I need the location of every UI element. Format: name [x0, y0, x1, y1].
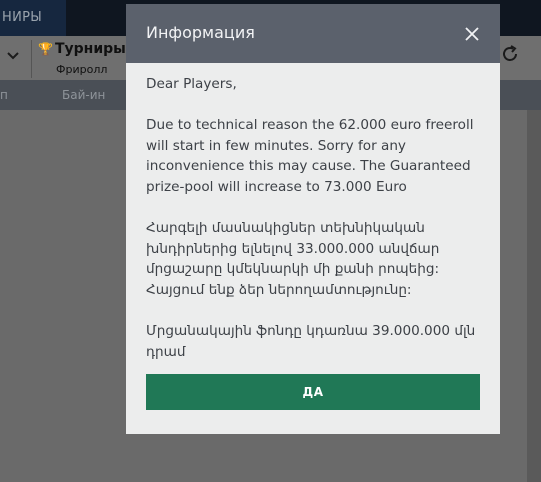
- refresh-icon[interactable]: [500, 44, 520, 64]
- tournaments-filter[interactable]: 🏆 Турниры: [38, 41, 126, 57]
- freeroll-label[interactable]: Фриролл: [56, 63, 107, 76]
- toolbar-divider: [31, 40, 32, 78]
- tab-tournaments[interactable]: НИРЫ: [0, 0, 66, 36]
- table-header-buyin[interactable]: Бай-ин: [62, 88, 105, 102]
- dialog-header: Информация: [126, 4, 500, 63]
- message-armenian: Հարգելի մասնակիցներ տեխնիկական խնդիրների…: [146, 220, 440, 298]
- dialog-title: Информация: [146, 23, 255, 42]
- ok-button[interactable]: ДА: [146, 374, 480, 410]
- message-greeting: Dear Players,: [146, 76, 237, 92]
- info-dialog: Информация Dear Players, Due to technica…: [126, 4, 500, 434]
- scrollbar[interactable]: [527, 110, 541, 482]
- close-icon[interactable]: [463, 25, 481, 43]
- chevron-down-icon[interactable]: [6, 48, 22, 64]
- message-armenian-prize: Մրցանակային ֆոնդը կդառնա 39.000.000 մլն …: [146, 323, 476, 360]
- tournaments-label: Турниры: [54, 41, 126, 57]
- table-header-col-1[interactable]: п: [0, 88, 8, 102]
- trophy-icon: 🏆: [38, 42, 53, 56]
- message-english: Due to technical reason the 62.000 euro …: [146, 117, 474, 195]
- dialog-message: Dear Players, Due to technical reason th…: [146, 74, 486, 383]
